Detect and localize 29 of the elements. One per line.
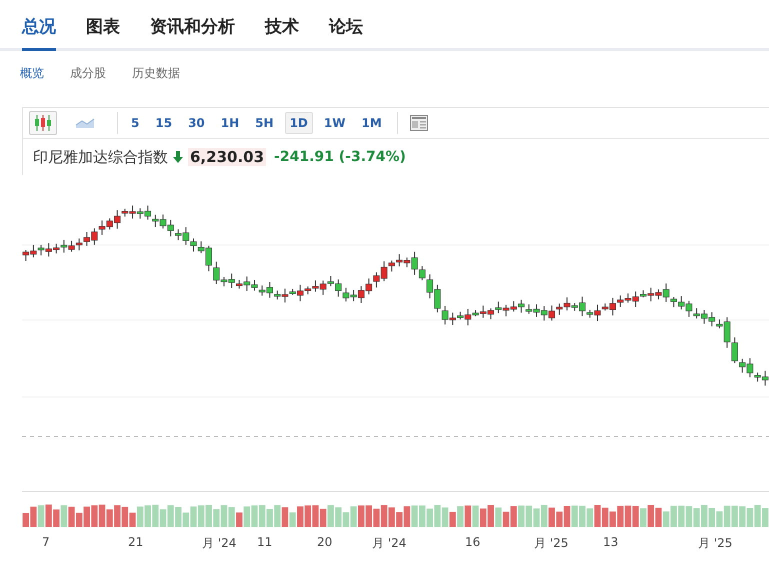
nav-tab[interactable]: 资讯和分析 xyxy=(150,15,235,51)
axis-label: 16 xyxy=(465,535,480,549)
axis-label: 月 '25 xyxy=(698,535,732,552)
axis-label: 13 xyxy=(603,535,618,549)
sub-tab[interactable]: 成分股 xyxy=(70,65,106,97)
axis-label: 月 '25 xyxy=(534,535,568,552)
sub-tab[interactable]: 历史数据 xyxy=(132,65,180,97)
interval-button[interactable]: 30 xyxy=(183,112,210,134)
axis-label: 11 xyxy=(257,535,272,549)
interval-button[interactable]: 1H xyxy=(216,112,244,134)
interval-button[interactable]: 1W xyxy=(318,112,350,134)
interval-button[interactable]: 5H xyxy=(250,112,279,134)
nav-tab[interactable]: 总况 xyxy=(22,15,56,51)
index-name: 印尼雅加达综合指数 xyxy=(33,148,168,166)
sub-tab[interactable]: 概览 xyxy=(20,65,44,97)
axis-label: 20 xyxy=(317,535,332,549)
price: 6,230.03 xyxy=(188,148,266,166)
axis-label: 月 '24 xyxy=(372,535,406,552)
axis-label: 21 xyxy=(128,535,144,549)
axis-label: 7 xyxy=(42,535,50,549)
interval-button[interactable]: 5 xyxy=(126,112,144,134)
interval-button[interactable]: 1M xyxy=(356,112,387,134)
axis-label: 月 '24 xyxy=(202,535,236,552)
interval-button[interactable]: 15 xyxy=(150,112,178,134)
nav-tab[interactable]: 技术 xyxy=(265,15,299,51)
price-change: -241.91 (-3.74%) xyxy=(274,149,406,165)
nav-tab[interactable]: 论坛 xyxy=(329,15,363,51)
nav-tab[interactable]: 图表 xyxy=(86,15,120,51)
interval-button[interactable]: 1D xyxy=(284,112,313,134)
